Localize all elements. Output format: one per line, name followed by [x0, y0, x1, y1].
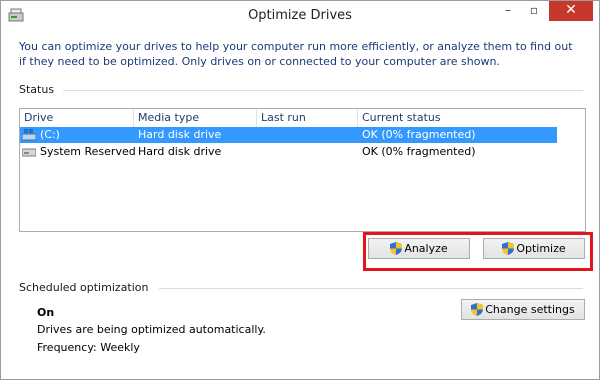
- optimize-button[interactable]: Optimize: [483, 238, 585, 259]
- column-header-drive[interactable]: Drive: [20, 109, 134, 127]
- optimize-label: Optimize: [516, 242, 566, 255]
- scheduled-separator: [159, 288, 583, 289]
- media-type: Hard disk drive: [138, 145, 222, 158]
- uac-shield-icon: [502, 241, 515, 255]
- maximize-button[interactable]: ▫: [521, 1, 547, 21]
- media-type: Hard disk drive: [138, 128, 222, 141]
- optimize-drives-window: Optimize Drives – ▫ ✕ You can optimize y…: [0, 0, 600, 380]
- drive-row-system-reserved[interactable]: System Reserved Hard disk drive OK (0% f…: [20, 144, 557, 160]
- title-bar[interactable]: Optimize Drives – ▫ ✕: [1, 1, 599, 29]
- current-status: OK (0% fragmented): [362, 128, 476, 141]
- column-header-current-status[interactable]: Current status: [358, 109, 558, 127]
- minimize-button[interactable]: –: [495, 1, 521, 21]
- current-status: OK (0% fragmented): [362, 145, 476, 158]
- change-settings-label: Change settings: [485, 303, 575, 316]
- analyze-label: Analyze: [404, 242, 448, 255]
- column-header-media-type[interactable]: Media type: [134, 109, 257, 127]
- status-label: Status: [19, 83, 55, 96]
- analyze-button[interactable]: Analyze: [368, 238, 470, 259]
- hard-drive-icon: [22, 148, 36, 157]
- column-header-last-run[interactable]: Last run: [257, 109, 358, 127]
- scheduled-optimization-label: Scheduled optimization: [19, 281, 149, 294]
- status-separator: [63, 90, 583, 91]
- drive-list[interactable]: Drive Media type Last run Current status…: [19, 108, 586, 232]
- uac-shield-icon: [390, 241, 403, 255]
- drive-name: System Reserved: [40, 145, 136, 158]
- drive-row-c[interactable]: (C:) Hard disk drive OK (0% fragmented): [20, 127, 557, 143]
- uac-shield-icon: [471, 302, 484, 316]
- drive-name: (C:): [40, 128, 60, 141]
- drive-list-header: Drive Media type Last run Current status: [20, 109, 585, 127]
- description-text: You can optimize your drives to help you…: [19, 40, 573, 68]
- close-button[interactable]: ✕: [549, 1, 593, 21]
- schedule-frequency: Frequency: Weekly: [37, 341, 140, 354]
- change-settings-button[interactable]: Change settings: [461, 299, 585, 320]
- windows-drive-icon: [22, 129, 36, 141]
- schedule-state: On: [37, 306, 55, 319]
- schedule-detail: Drives are being optimized automatically…: [37, 323, 266, 336]
